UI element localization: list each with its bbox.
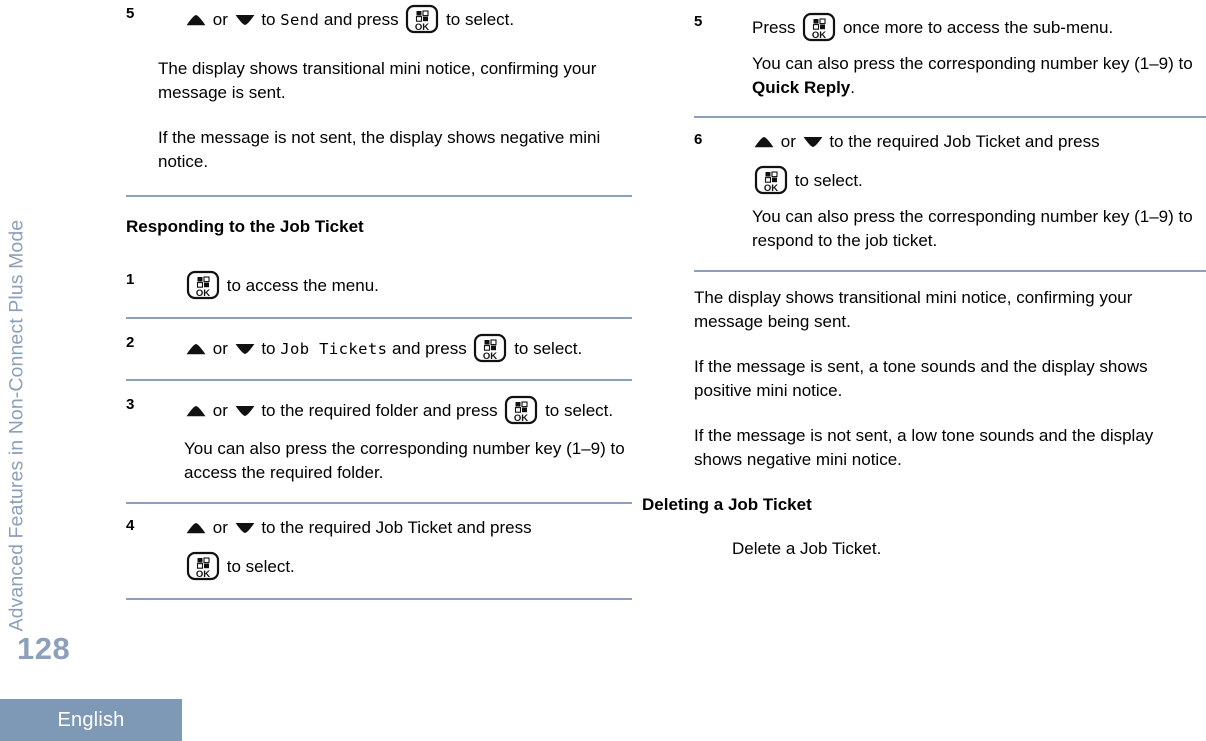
ok-menu-button-icon: OK — [186, 551, 220, 581]
svg-text:OK: OK — [764, 183, 778, 194]
svg-text:OK: OK — [483, 351, 497, 362]
section-heading: Responding to the Job Ticket — [126, 217, 364, 236]
down-arrow-icon — [802, 136, 824, 148]
section-divider — [126, 502, 632, 504]
step-instruction: to the required Job Ticket and press — [261, 518, 532, 537]
up-arrow-icon — [185, 14, 207, 26]
section-divider — [126, 379, 632, 381]
step-number: 2 — [126, 334, 135, 351]
step-item: 5 Press OK once more to access the sub-m… — [694, 12, 1200, 100]
section-heading: Deleting a Job Ticket — [642, 495, 812, 514]
step-conjunction: or — [780, 132, 796, 151]
svg-text:OK: OK — [196, 288, 210, 299]
svg-text:OK: OK — [812, 30, 826, 41]
step-item: 3 or to the required folder and press OK… — [126, 395, 632, 485]
step-preposition: to — [261, 339, 276, 358]
note-paragraph: You can also press the corresponding num… — [752, 207, 1193, 250]
step-text-continued: OK to select. — [726, 165, 1200, 195]
step-text: or to Send and press OK to select. — [158, 4, 632, 34]
chapter-title: Advanced Features in Non-Connect Plus Mo… — [5, 219, 28, 632]
down-arrow-icon — [234, 405, 256, 417]
step-preposition: to — [261, 10, 276, 29]
note-paragraph: If the message is not sent, the display … — [158, 128, 601, 171]
step-select-label: to select. — [226, 557, 295, 576]
step-select-label: to select. — [545, 401, 614, 420]
quick-reply-label: Quick Reply — [752, 78, 851, 97]
step-item: 1 OK to access the menu. — [126, 270, 632, 300]
device-string: Send — [280, 11, 320, 29]
section-body: Delete a Job Ticket. — [732, 539, 882, 558]
note-paragraph: The display shows transitional mini noti… — [694, 288, 1133, 331]
ok-menu-button-icon: OK — [504, 395, 538, 425]
step-number: 4 — [126, 517, 135, 534]
step-conjunction: or — [212, 518, 228, 537]
device-string: Job Tickets — [280, 340, 388, 358]
step-text: or to the required Job Ticket and press — [158, 516, 632, 540]
note-text: You can also press the corresponding num… — [752, 54, 1193, 73]
step-select-label: to select. — [446, 10, 515, 29]
step-number: 5 — [126, 5, 135, 22]
step-label: to access the menu. — [226, 276, 379, 295]
step-number: 6 — [694, 131, 703, 148]
section-divider — [126, 317, 632, 319]
section-divider — [126, 598, 632, 600]
ok-menu-button-icon: OK — [754, 165, 788, 195]
step-press-label: and press — [392, 339, 467, 358]
svg-text:OK: OK — [514, 413, 528, 424]
up-arrow-icon — [753, 136, 775, 148]
step-text: OK to access the menu. — [158, 270, 632, 300]
ok-menu-button-icon: OK — [186, 270, 220, 300]
up-arrow-icon — [185, 405, 207, 417]
note-paragraph: If the message is sent, a tone sounds an… — [694, 357, 1148, 400]
step-item: 4 or to the required Job Ticket and pres… — [126, 516, 632, 581]
step-item: 5 or to Send and press OK to select. — [126, 4, 632, 34]
step-conjunction: or — [212, 339, 228, 358]
note-paragraph: The display shows transitional mini noti… — [158, 59, 597, 102]
step-select-label: to select. — [794, 171, 863, 190]
down-arrow-icon — [234, 522, 256, 534]
step-text: or to the required folder and press OK t… — [158, 395, 632, 425]
step-select-label: to select. — [514, 339, 583, 358]
step-number: 5 — [694, 13, 703, 30]
step-press-label: Press — [752, 18, 796, 37]
up-arrow-icon — [185, 522, 207, 534]
step-number: 3 — [126, 396, 135, 413]
step-item: 2 or to Job Tickets and press OK to sele… — [126, 333, 632, 363]
step-text: or to Job Tickets and press OK to select… — [158, 333, 632, 363]
ok-menu-button-icon: OK — [405, 4, 439, 34]
note-paragraph: You can also press the corresponding num… — [726, 52, 1200, 100]
up-arrow-icon — [185, 343, 207, 355]
left-content-column: 5 or to Send and press OK to select. The… — [126, 0, 632, 600]
section-divider — [694, 116, 1206, 118]
ok-menu-button-icon: OK — [473, 333, 507, 363]
step-instruction: to the required Job Ticket and press — [829, 132, 1100, 151]
right-content-column: 5 Press OK once more to access the sub-m… — [642, 0, 1206, 561]
ok-menu-button-icon: OK — [802, 12, 836, 42]
step-text: Press OK once more to access the sub-men… — [726, 12, 1200, 42]
section-divider — [694, 270, 1206, 272]
note-paragraph: If the message is not sent, a low tone s… — [694, 426, 1154, 469]
down-arrow-icon — [234, 14, 256, 26]
language-badge: English — [0, 699, 182, 741]
step-conjunction: or — [212, 401, 228, 420]
step-item: 6 or to the required Job Ticket and pres… — [694, 130, 1200, 253]
section-divider — [126, 195, 632, 197]
step-number: 1 — [126, 271, 135, 288]
step-text: or to the required Job Ticket and press — [726, 130, 1200, 154]
note-period: . — [850, 78, 855, 97]
page-number: 128 — [17, 631, 71, 666]
step-press-label: and press — [323, 10, 399, 29]
svg-text:OK: OK — [196, 569, 210, 580]
step-instruction: once more to access the sub-menu. — [842, 18, 1114, 37]
step-text-continued: OK to select. — [158, 551, 632, 581]
down-arrow-icon — [234, 343, 256, 355]
svg-text:OK: OK — [415, 22, 429, 33]
note-paragraph: You can also press the corresponding num… — [184, 439, 625, 482]
step-instruction: to the required folder and press — [261, 401, 498, 420]
step-conjunction: or — [212, 10, 228, 29]
chapter-sidebar: Advanced Features in Non-Connect Plus Mo… — [0, 0, 182, 741]
